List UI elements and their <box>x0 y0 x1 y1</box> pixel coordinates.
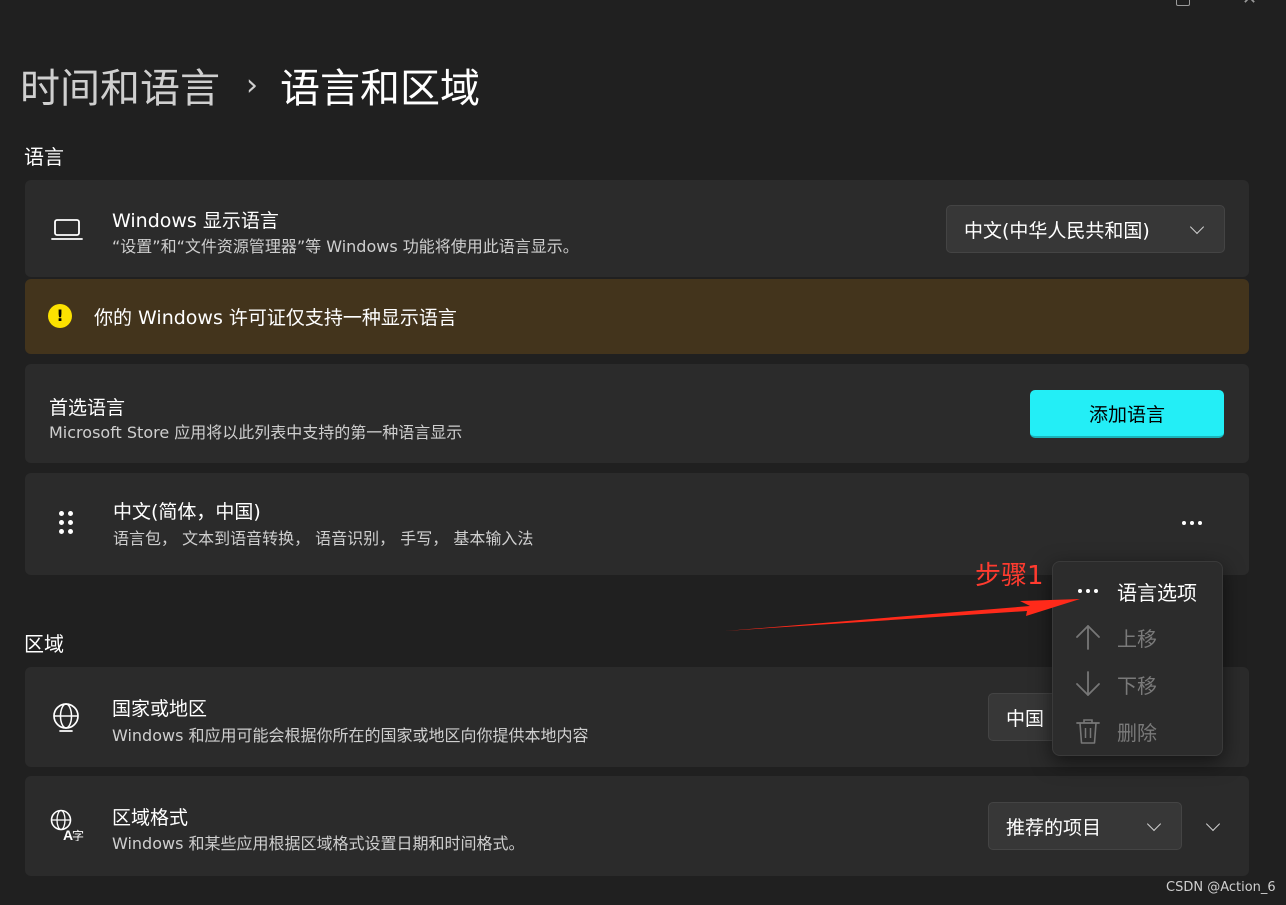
chevron-down-icon <box>1146 816 1162 832</box>
language-item-card: 中文(简体，中国) 语言包， 文本到语音转换， 语音识别， 手写， 基本输入法 <box>25 473 1249 575</box>
display-language-title: Windows 显示语言 <box>112 210 279 232</box>
country-dropdown-value: 中国 <box>1006 707 1045 730</box>
svg-text:字: 字 <box>72 828 84 841</box>
country-subtitle: Windows 和应用可能会根据你所在的国家或地区向你提供本地内容 <box>112 726 589 745</box>
arrow-down-icon <box>1076 671 1100 696</box>
watermark: CSDN @Action_6 <box>1166 880 1276 895</box>
warning-icon: ! <box>48 304 72 328</box>
regional-format-dropdown[interactable]: 推荐的项目 <box>988 802 1182 850</box>
add-language-button[interactable]: 添加语言 <box>1030 390 1224 438</box>
license-warning-banner: ! 你的 Windows 许可证仅支持一种显示语言 <box>25 279 1249 354</box>
regional-format-dropdown-value: 推荐的项目 <box>1006 816 1102 839</box>
breadcrumb-parent[interactable]: 时间和语言 <box>20 56 220 114</box>
annotation-step-label: 步骤1 <box>975 561 1044 591</box>
menu-item-label: 删除 <box>1117 720 1157 745</box>
breadcrumb: 时间和语言 › 语言和区域 <box>20 56 480 114</box>
menu-item-move-down[interactable]: 下移 <box>1053 662 1222 706</box>
breadcrumb-separator-icon: › <box>246 67 258 103</box>
language-item-title: 中文(简体，中国) <box>113 501 261 523</box>
license-warning-text: 你的 Windows 许可证仅支持一种显示语言 <box>94 307 457 329</box>
drag-handle-icon[interactable] <box>59 511 79 539</box>
menu-item-label: 上移 <box>1117 626 1157 651</box>
restore-window-icon[interactable] <box>1176 0 1190 6</box>
preferred-language-card: 首选语言 Microsoft Store 应用将以此列表中支持的第一种语言显示 … <box>25 364 1249 463</box>
more-options-button[interactable] <box>1172 513 1212 533</box>
regional-format-subtitle: Windows 和某些应用根据区域格式设置日期和时间格式。 <box>112 834 525 853</box>
laptop-icon <box>51 219 83 240</box>
globe-icon <box>53 703 79 732</box>
trash-icon <box>1076 719 1100 744</box>
display-language-dropdown[interactable]: 中文(中华人民共和国) <box>946 205 1225 253</box>
menu-item-label: 下移 <box>1117 673 1157 698</box>
page-title: 语言和区域 <box>280 66 480 112</box>
display-language-dropdown-value: 中文(中华人民共和国) <box>964 219 1150 242</box>
annotation-arrow <box>725 599 1080 631</box>
country-title: 国家或地区 <box>112 698 208 720</box>
menu-item-remove[interactable]: 删除 <box>1053 709 1222 753</box>
preferred-language-title: 首选语言 <box>49 397 126 419</box>
section-title-language: 语言 <box>24 145 64 169</box>
language-item-subtitle: 语言包， 文本到语音转换， 语音识别， 手写， 基本输入法 <box>113 529 534 548</box>
regional-format-card: A 字 区域格式 Windows 和某些应用根据区域格式设置日期和时间格式。 推… <box>25 776 1249 876</box>
display-language-subtitle: “设置”和“文件资源管理器”等 Windows 功能将使用此语言显示。 <box>112 237 579 256</box>
language-globe-icon: A 字 <box>50 809 84 841</box>
display-language-card: Windows 显示语言 “设置”和“文件资源管理器”等 Windows 功能将… <box>25 180 1249 277</box>
expand-chevron-icon[interactable] <box>1205 816 1221 832</box>
regional-format-title: 区域格式 <box>112 807 189 829</box>
menu-item-label: 语言选项 <box>1117 580 1197 605</box>
chevron-down-icon <box>1189 219 1205 235</box>
section-title-region: 区域 <box>24 632 64 656</box>
preferred-language-subtitle: Microsoft Store 应用将以此列表中支持的第一种语言显示 <box>49 423 463 442</box>
close-window-icon[interactable]: ✕ <box>1242 0 1260 8</box>
